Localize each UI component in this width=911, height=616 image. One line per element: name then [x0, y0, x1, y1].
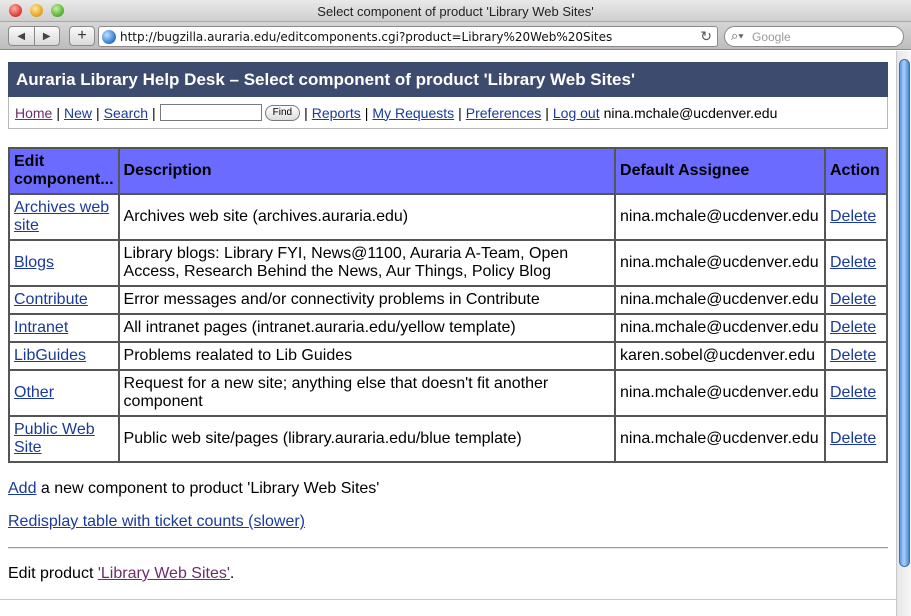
delete-link[interactable]: Delete — [830, 291, 876, 308]
header-edit-component: Edit component... — [8, 147, 120, 195]
nav-separator: | — [152, 104, 156, 121]
nav-separator: | — [56, 104, 60, 121]
back-button[interactable]: ◀ — [9, 27, 34, 45]
browser-search-field[interactable]: ⌕▾ Google — [724, 26, 904, 47]
table-row: Archives web site Archives web site (arc… — [8, 193, 888, 241]
edit-product-prefix: Edit product — [8, 565, 98, 582]
back-forward-buttons: ◀ ▶ — [8, 26, 60, 46]
scrollbar-thumb[interactable] — [899, 59, 910, 567]
table-row: Intranet All intranet pages (intranet.au… — [8, 313, 888, 343]
nav-logout-link[interactable]: Log out — [553, 105, 600, 121]
search-placeholder: Google — [752, 30, 791, 44]
add-component-line: Add a new component to product 'Library … — [8, 480, 379, 498]
page-header: Auraria Library Help Desk – Select compo… — [8, 62, 888, 97]
add-component-text: a new component to product 'Library Web … — [36, 480, 380, 497]
nav-my-requests-link[interactable]: My Requests — [372, 105, 454, 121]
component-assignee: nina.mchale@ucdenver.edu — [614, 313, 826, 343]
address-bar[interactable]: http://bugzilla.auraria.edu/editcomponen… — [98, 26, 718, 47]
component-assignee: nina.mchale@ucdenver.edu — [614, 369, 826, 417]
delete-link[interactable]: Delete — [830, 430, 876, 447]
component-description: Public web site/pages (library.auraria.e… — [117, 415, 617, 463]
window-titlebar: Select component of product 'Library Web… — [0, 0, 911, 22]
divider — [8, 547, 888, 549]
component-link[interactable]: LibGuides — [14, 347, 86, 364]
component-assignee: nina.mchale@ucdenver.edu — [614, 239, 826, 287]
delete-link[interactable]: Delete — [830, 254, 876, 271]
component-description: Request for a new site; anything else th… — [117, 369, 617, 417]
delete-link[interactable]: Delete — [830, 208, 876, 225]
nav-reports-link[interactable]: Reports — [312, 105, 361, 121]
component-link[interactable]: Other — [14, 384, 54, 401]
add-component-link[interactable]: Add — [8, 480, 36, 497]
browser-toolbar: ◀ ▶ + http://bugzilla.auraria.edu/editco… — [0, 22, 911, 50]
component-assignee: nina.mchale@ucdenver.edu — [614, 193, 826, 241]
nav-links-bar: Home | New | Search | Find | Reports | M… — [8, 97, 888, 129]
nav-preferences-link[interactable]: Preferences — [466, 105, 541, 121]
header-action: Action — [824, 147, 888, 195]
user-email: nina.mchale@ucdenver.edu — [603, 104, 778, 121]
table-header-row: Edit component... Description Default As… — [8, 147, 888, 195]
edit-product-link[interactable]: 'Library Web Sites' — [98, 565, 230, 582]
forward-button[interactable]: ▶ — [33, 27, 60, 45]
component-assignee: nina.mchale@ucdenver.edu — [614, 415, 826, 463]
component-description: All intranet pages (intranet.auraria.edu… — [117, 313, 617, 343]
header-description: Description — [117, 147, 617, 195]
components-table: Edit component... Description Default As… — [8, 147, 888, 463]
nav-separator: | — [96, 104, 100, 121]
quicksearch-input[interactable] — [159, 104, 262, 121]
table-row: LibGuides Problems realated to Lib Guide… — [8, 341, 888, 371]
nav-search-link[interactable]: Search — [104, 105, 148, 121]
page-title: Auraria Library Help Desk – Select compo… — [16, 70, 635, 89]
search-icon[interactable]: ⌕▾ — [731, 28, 744, 44]
component-description: Problems realated to Lib Guides — [117, 341, 617, 371]
redisplay-line: Redisplay table with ticket counts (slow… — [8, 513, 305, 531]
delete-link[interactable]: Delete — [830, 319, 876, 336]
component-description: Error messages and/or connectivity probl… — [117, 285, 617, 315]
nav-home-link[interactable]: Home — [15, 105, 52, 121]
header-default-assignee: Default Assignee — [614, 147, 826, 195]
table-row: Public Web Site Public web site/pages (l… — [8, 415, 888, 463]
window-title: Select component of product 'Library Web… — [317, 4, 594, 19]
edit-product-line: Edit product 'Library Web Sites'. — [8, 565, 234, 583]
table-row: Blogs Library blogs: Library FYI, News@1… — [8, 239, 888, 287]
component-assignee: karen.sobel@ucdenver.edu — [614, 341, 826, 371]
redisplay-counts-link[interactable]: Redisplay table with ticket counts (slow… — [8, 513, 305, 530]
table-row: Contribute Error messages and/or connect… — [8, 285, 888, 315]
nav-new-link[interactable]: New — [64, 105, 92, 121]
component-link[interactable]: Public Web Site — [14, 421, 95, 456]
edit-product-suffix: . — [229, 565, 235, 582]
nav-separator: | — [545, 104, 549, 121]
reload-icon[interactable]: ↻ — [700, 28, 712, 45]
component-description: Library blogs: Library FYI, News@1100, A… — [117, 239, 617, 287]
page-viewport: Auraria Library Help Desk – Select compo… — [0, 51, 896, 616]
component-description: Archives web site (archives.auraria.edu) — [117, 193, 617, 241]
component-assignee: nina.mchale@ucdenver.edu — [614, 285, 826, 315]
vertical-scrollbar[interactable] — [896, 51, 911, 616]
find-button[interactable]: Find — [264, 104, 301, 121]
component-link[interactable]: Blogs — [14, 254, 54, 271]
component-link[interactable]: Archives web site — [14, 199, 109, 234]
nav-separator: | — [304, 104, 308, 121]
delete-link[interactable]: Delete — [830, 384, 876, 401]
nav-separator: | — [458, 104, 462, 121]
component-link[interactable]: Intranet — [14, 319, 68, 336]
table-row: Other Request for a new site; anything e… — [8, 369, 888, 417]
component-link[interactable]: Contribute — [14, 291, 88, 308]
delete-link[interactable]: Delete — [830, 347, 876, 364]
globe-icon — [102, 30, 116, 44]
url-text[interactable]: http://bugzilla.auraria.edu/editcomponen… — [120, 30, 612, 44]
add-bookmark-button[interactable]: + — [69, 26, 95, 46]
nav-separator: | — [364, 104, 369, 121]
bottom-divider — [0, 599, 896, 600]
